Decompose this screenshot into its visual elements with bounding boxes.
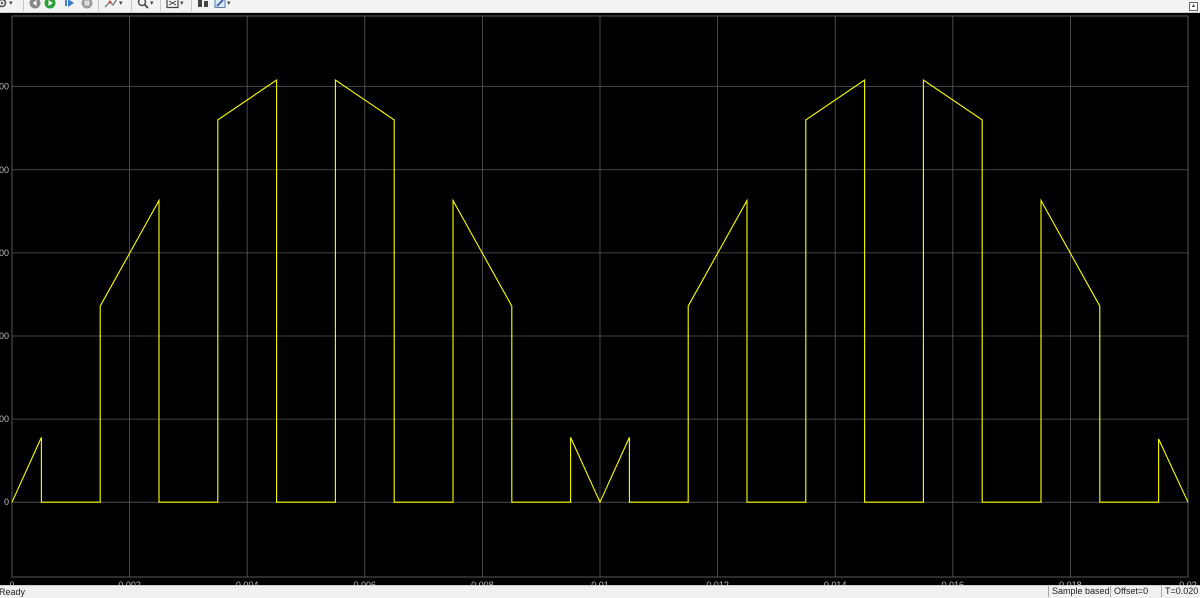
y-tick-label: 400 — [0, 165, 9, 175]
highlight-button[interactable]: ▾ — [104, 0, 123, 9]
chevron-down-icon[interactable]: ▾ — [150, 0, 154, 7]
toolbar-divider — [160, 0, 161, 11]
edit-icon — [214, 0, 226, 8]
step-back-button[interactable] — [29, 0, 41, 9]
toolbar-divider — [131, 0, 132, 11]
step-forward-icon — [65, 0, 74, 7]
toolbar-divider — [23, 0, 24, 11]
toolbar-divider — [191, 0, 192, 11]
fit-to-view-button[interactable]: ▾ — [166, 0, 184, 9]
y-tick-label: 200 — [0, 331, 9, 341]
chevron-down-icon[interactable]: ▾ — [9, 0, 13, 7]
status-bar: Ready Sample based Offset=0 T=0.020 — [0, 585, 1200, 598]
fit-to-view-icon — [166, 0, 179, 9]
y-tick-label: 0 — [4, 497, 9, 507]
y-tick-label: 300 — [0, 248, 9, 258]
undock-icon: ▴ — [1191, 3, 1195, 9]
scope-plot[interactable]: 0 0.002 0.004 0.006 0.008 0.01 0.012 0.014 0.016… — [0, 13, 1200, 585]
scope-display[interactable]: 0 0.002 0.004 0.006 0.008 0.01 0.012 0.014 0.016… — [0, 13, 1200, 585]
sample-mode-indicator: Sample based — [1048, 586, 1113, 597]
highlight-icon — [104, 0, 118, 8]
stop-button[interactable] — [81, 0, 93, 9]
toolbar-divider — [98, 0, 99, 11]
chevron-down-icon[interactable]: ▾ — [227, 0, 231, 7]
zoom-button[interactable]: ▾ — [137, 0, 154, 9]
chevron-down-icon[interactable]: ▾ — [180, 0, 184, 7]
edit-button[interactable]: ▾ — [214, 0, 231, 9]
zoom-icon — [137, 0, 149, 9]
scope-toolbar: ▾ ▾ ▾ ▾ ▾ ▴ — [0, 0, 1200, 13]
cursor-measurements-button[interactable] — [197, 0, 209, 9]
time-indicator: T=0.020 — [1161, 586, 1200, 597]
status-ready-text: Ready — [0, 587, 26, 597]
undock-button[interactable]: ▴ — [1189, 2, 1198, 11]
stop-icon — [81, 0, 93, 9]
run-button[interactable] — [44, 0, 56, 9]
step-back-icon — [29, 0, 41, 9]
offset-indicator: Offset=0 — [1110, 586, 1151, 597]
y-tick-label: 100 — [0, 414, 9, 424]
step-forward-button[interactable] — [64, 0, 76, 9]
settings-button[interactable]: ▾ — [0, 0, 13, 9]
run-icon — [44, 0, 56, 9]
cursor-measurements-icon — [198, 0, 208, 7]
chevron-down-icon[interactable]: ▾ — [119, 0, 123, 7]
y-tick-label: 500 — [0, 82, 9, 92]
settings-icon — [0, 0, 7, 8]
